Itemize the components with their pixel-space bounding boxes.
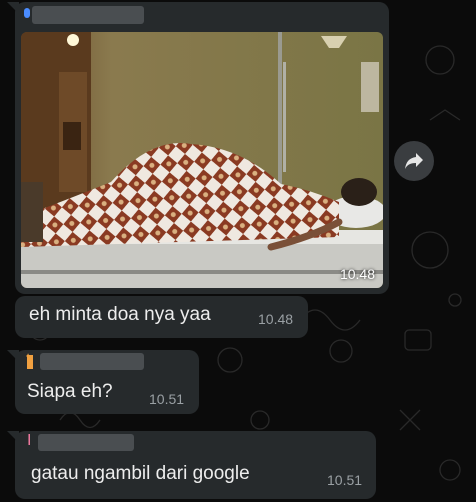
sender-name-marker	[24, 8, 30, 18]
photo-timestamp: 10.48	[339, 266, 375, 282]
message-text: gatau ngambil dari google	[31, 463, 250, 484]
sender-name-redacted	[40, 353, 144, 370]
message-timestamp: 10.51	[327, 472, 363, 488]
photo-hospital-bed-icon	[21, 32, 383, 288]
sender-initial: t	[26, 351, 31, 368]
chat-photo[interactable]: 10.48	[21, 32, 383, 288]
bubble-tail	[7, 431, 19, 443]
sender-name-redacted	[38, 434, 134, 451]
message-timestamp: 10.51	[149, 391, 185, 407]
forward-arrow-icon	[405, 153, 423, 169]
sender-initial: I	[27, 432, 32, 449]
message-timestamp: 10.48	[258, 311, 294, 327]
forward-button[interactable]	[394, 141, 434, 181]
bubble-tail	[7, 2, 19, 14]
message-text: Siapa eh?	[27, 381, 113, 402]
message-text: eh minta doa nya yaa	[29, 304, 211, 325]
bubble-tail	[7, 350, 19, 362]
sender-name-redacted	[32, 6, 144, 24]
